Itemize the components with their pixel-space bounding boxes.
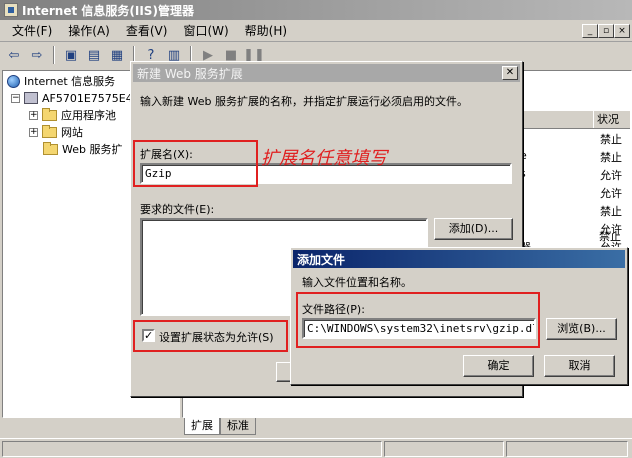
status-cell: 禁止 bbox=[600, 133, 622, 146]
status-cell: 禁止 bbox=[600, 205, 622, 218]
dialog-title-bar[interactable]: 添加文件 bbox=[293, 250, 625, 268]
forward-arrow-icon[interactable]: ⇨ bbox=[27, 46, 47, 65]
tree-item-app-pools[interactable]: + 应用程序池 bbox=[29, 107, 116, 123]
menu-action[interactable]: 操作(A) bbox=[60, 20, 118, 41]
main-title-bar[interactable]: Internet 信息服务(IIS)管理器 bbox=[0, 0, 632, 20]
menu-window[interactable]: 窗口(W) bbox=[175, 20, 236, 41]
file-path-label: 文件路径(P): bbox=[302, 303, 365, 316]
tab-extended[interactable]: 扩展 bbox=[184, 418, 220, 435]
close-icon[interactable]: × bbox=[614, 24, 630, 38]
status-cell: 禁止 bbox=[599, 230, 621, 243]
expand-icon[interactable]: + bbox=[29, 127, 38, 137]
status-cell: 允许 bbox=[600, 169, 622, 182]
menu-view[interactable]: 查看(V) bbox=[118, 20, 176, 41]
collapse-icon[interactable]: − bbox=[11, 93, 20, 103]
tree-label: AF5701E7575E47 bbox=[42, 91, 140, 105]
iis-root-icon bbox=[7, 74, 20, 88]
dialog-title-bar[interactable]: 新建 Web 服务扩展 ✕ bbox=[133, 64, 520, 82]
column-header-status[interactable]: 状况 bbox=[593, 111, 632, 128]
toolbar-separator bbox=[53, 46, 55, 64]
menu-file[interactable]: 文件(F) bbox=[4, 20, 60, 41]
dialog-instruction: 输入新建 Web 服务扩展的名称，并指定扩展运行必须启用的文件。 bbox=[140, 95, 468, 108]
status-cell: 禁止 bbox=[600, 151, 622, 164]
restore-icon[interactable]: ▫ bbox=[598, 24, 614, 38]
minimize-icon[interactable]: _ bbox=[582, 24, 598, 38]
close-icon[interactable]: ✕ bbox=[502, 66, 518, 80]
status-panel bbox=[384, 441, 504, 457]
show-tree-icon[interactable]: ▤ bbox=[84, 46, 104, 65]
add-file-button[interactable]: 添加(D)... bbox=[434, 218, 513, 240]
tree-label: 网站 bbox=[61, 126, 83, 139]
status-panel bbox=[2, 441, 382, 457]
allow-status-checkbox[interactable]: ✓ bbox=[142, 329, 155, 342]
status-bar bbox=[0, 438, 632, 458]
folder-icon bbox=[43, 141, 58, 155]
folder-icon bbox=[42, 107, 57, 121]
dialog-title: 添加文件 bbox=[297, 252, 346, 267]
allow-status-label[interactable]: 设置扩展状态为允许(S) bbox=[159, 329, 274, 345]
tree-label: 应用程序池 bbox=[61, 109, 116, 122]
ok-button[interactable]: 确定 bbox=[463, 355, 534, 377]
computer-icon bbox=[24, 92, 38, 104]
export-icon[interactable]: ▦ bbox=[107, 46, 127, 65]
required-files-label: 要求的文件(E): bbox=[140, 203, 215, 216]
browse-button[interactable]: 浏览(B)... bbox=[546, 318, 617, 340]
view-tabs: 扩展 标准 bbox=[184, 418, 256, 436]
expand-icon[interactable]: + bbox=[29, 110, 38, 120]
iis-app-icon bbox=[4, 3, 18, 17]
menu-bar: 文件(F) 操作(A) 查看(V) 窗口(W) 帮助(H) bbox=[0, 20, 632, 42]
tree-item-web-service-ext[interactable]: Web 服务扩 bbox=[43, 141, 122, 157]
mdi-window-controls: _ ▫ × bbox=[582, 24, 630, 38]
annotation-extension-name: 扩展名任意填写 bbox=[261, 148, 387, 169]
up-folder-icon[interactable]: ▣ bbox=[61, 46, 81, 65]
add-file-dialog: 添加文件 输入文件位置和名称。 文件路径(P): C:\WINDOWS\syst… bbox=[290, 247, 628, 385]
window-title: Internet 信息服务(IIS)管理器 bbox=[22, 3, 194, 18]
status-cell: 允许 bbox=[600, 187, 622, 200]
tree-label: Internet 信息服务 bbox=[24, 75, 116, 88]
cancel-button[interactable]: 取消 bbox=[544, 355, 615, 377]
back-arrow-icon[interactable]: ⇦ bbox=[4, 46, 24, 65]
menu-help[interactable]: 帮助(H) bbox=[237, 20, 295, 41]
status-panel bbox=[506, 441, 628, 457]
file-path-input[interactable]: C:\WINDOWS\system32\inetsrv\gzip.dll bbox=[302, 318, 536, 339]
tree-label: Web 服务扩 bbox=[62, 143, 123, 156]
tab-standard[interactable]: 标准 bbox=[220, 418, 256, 435]
tree-item-iis-root[interactable]: Internet 信息服务 bbox=[7, 73, 115, 89]
add-file-instruction: 输入文件位置和名称。 bbox=[302, 276, 412, 289]
tree-item-sites[interactable]: + 网站 bbox=[29, 124, 83, 140]
extension-name-label: 扩展名(X): bbox=[140, 148, 193, 161]
tree-item-server[interactable]: − AF5701E7575E47 bbox=[11, 90, 140, 106]
folder-icon bbox=[42, 124, 57, 138]
dialog-title: 新建 Web 服务扩展 bbox=[137, 66, 243, 81]
